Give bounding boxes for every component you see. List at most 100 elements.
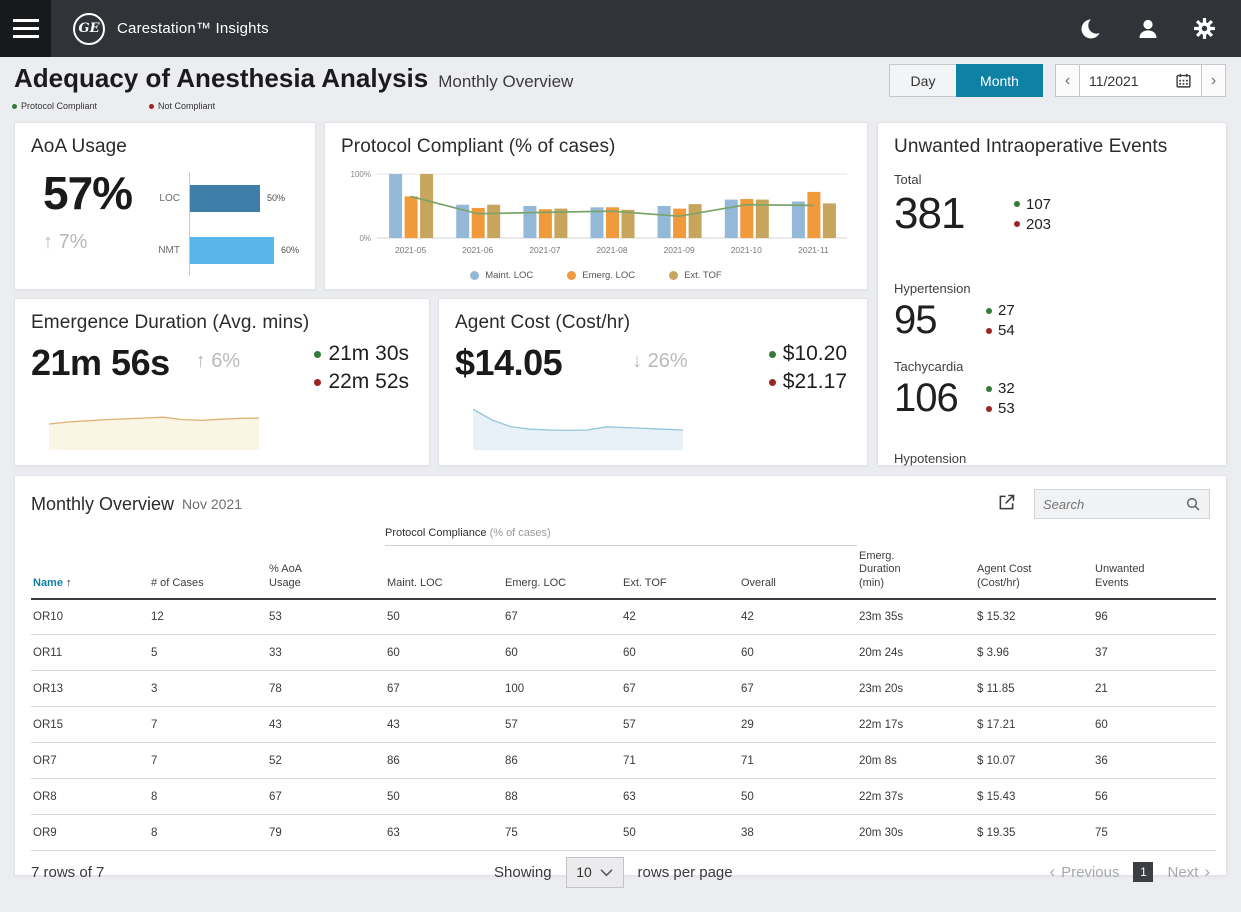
table-cell: 63 [621, 779, 739, 815]
protocol-chart-svg: 100%0%2021-052021-062021-072021-082021-0… [341, 166, 853, 268]
page-title: Adequacy of Anesthesia Analysis [14, 63, 428, 94]
column-header-unwanted-events[interactable]: Unwanted Events [1093, 546, 1216, 599]
date-picker: ‹ 11/2021 › [1055, 64, 1226, 97]
table-cell: 71 [739, 743, 857, 779]
moon-icon [1080, 17, 1104, 41]
column-header-maint-loc[interactable]: Maint. LOC [385, 546, 503, 599]
noncompliant-dot-icon [986, 328, 992, 334]
table-cell: 3 [149, 671, 267, 707]
legend-dot-icon [567, 271, 576, 280]
next-page-button[interactable]: Next› [1167, 862, 1210, 882]
table-cell: 43 [267, 707, 385, 743]
table-cell: OR10 [31, 599, 149, 635]
table-cell: 38 [739, 815, 857, 851]
column-header-aoa-usage[interactable]: % AoA Usage [267, 546, 385, 599]
noncompliant-dot-icon [314, 379, 321, 386]
column-header-name[interactable]: Name↑ [31, 546, 149, 599]
table-cell: 20m 8s [857, 743, 975, 779]
unwanted-card-title: Unwanted Intraoperative Events [894, 136, 1210, 158]
calendar-icon[interactable] [1175, 72, 1192, 89]
table-cell: 50 [621, 815, 739, 851]
search-icon[interactable] [1185, 496, 1201, 512]
column-header-emerg-loc[interactable]: Emerg. LOC [503, 546, 621, 599]
table-row[interactable]: OR157434357572922m 17s$ 17.2160 [31, 707, 1216, 743]
previous-page-button[interactable]: ‹Previous [1049, 862, 1119, 882]
table-cell: OR13 [31, 671, 149, 707]
table-row[interactable]: OR1012535067424223m 35s$ 15.3296 [31, 599, 1216, 635]
table-cell: 67 [385, 671, 503, 707]
table-cell: 29 [739, 707, 857, 743]
metric-tachycardia: Tachycardia 106 32 53 [894, 359, 1052, 421]
column-header-agent-cost[interactable]: Agent Cost (Cost/hr) [975, 546, 1093, 599]
date-field[interactable]: 11/2021 [1079, 64, 1202, 97]
aoa-bar-area: 50%60% [189, 172, 299, 276]
unwanted-total-label: Total [894, 172, 1210, 187]
table-cell: $ 10.07 [975, 743, 1093, 779]
table-cell: 5 [149, 635, 267, 671]
column-header-overall[interactable]: Overall [739, 546, 857, 599]
current-page-button[interactable]: 1 [1133, 862, 1153, 882]
aoa-bar [190, 237, 274, 264]
export-button[interactable] [994, 492, 1018, 516]
date-value: 11/2021 [1089, 73, 1139, 89]
emergence-sparkline-svg [49, 400, 259, 450]
agent-cost-value: $14.05 [455, 342, 562, 384]
hamburger-menu-button[interactable] [0, 0, 51, 57]
emergence-noncompliant: 22m 52s [314, 370, 409, 394]
table-cell: OR7 [31, 743, 149, 779]
table-row[interactable]: OR98796375503820m 30s$ 19.3575 [31, 815, 1216, 851]
table-cell: $ 11.85 [975, 671, 1093, 707]
table-cell: 22m 37s [857, 779, 975, 815]
table-cell: $ 17.21 [975, 707, 1093, 743]
column-header-emerg-duration[interactable]: Emerg. Duration (min) [857, 546, 975, 599]
noncompliant-dot-icon [1014, 221, 1020, 227]
table-body: OR1012535067424223m 35s$ 15.3296OR115336… [31, 599, 1216, 851]
agent-cost-compliant: $10.20 [769, 342, 847, 366]
date-prev-button[interactable]: ‹ [1055, 64, 1080, 97]
table-cell: $ 3.96 [975, 635, 1093, 671]
table-row[interactable]: OR1337867100676723m 20s$ 11.8521 [31, 671, 1216, 707]
app-title: Carestation™ Insights [117, 20, 269, 37]
table-cell: 60 [1093, 707, 1216, 743]
page-size-select[interactable]: 10 [566, 857, 624, 888]
column-header-cases[interactable]: # of Cases [149, 546, 267, 599]
noncompliant-dot-icon [149, 104, 154, 109]
gear-icon [1192, 16, 1217, 41]
export-icon [996, 492, 1017, 513]
user-profile-button[interactable] [1135, 16, 1161, 42]
unwanted-total-compliant: 107 [1014, 196, 1051, 213]
table-cell: 67 [503, 599, 621, 635]
agent-cost-delta: ↓ 26% [632, 350, 688, 373]
day-toggle-button[interactable]: Day [889, 64, 956, 97]
table-row[interactable]: OR77528686717120m 8s$ 10.0736 [31, 743, 1216, 779]
table-cell: 37 [1093, 635, 1216, 671]
rows-per-page-label: rows per page [638, 864, 733, 881]
table-subtitle: Nov 2021 [182, 496, 242, 512]
protocol-compliance-group-header: Protocol Compliance (% of cases) [385, 523, 857, 546]
date-next-button[interactable]: › [1201, 64, 1226, 97]
month-toggle-button[interactable]: Month [956, 64, 1043, 97]
dark-mode-button[interactable] [1079, 16, 1105, 42]
table-cell: OR8 [31, 779, 149, 815]
aoa-bar-labels: LOCNMT [149, 172, 189, 276]
table-row[interactable]: OR115336060606020m 24s$ 3.9637 [31, 635, 1216, 671]
unwanted-total-noncompliant: 203 [1014, 216, 1051, 233]
settings-button[interactable] [1191, 16, 1217, 42]
table-cell: 78 [267, 671, 385, 707]
search-input[interactable] [1043, 497, 1185, 512]
column-header-ext-tof[interactable]: Ext. TOF [621, 546, 739, 599]
emergence-duration-card: Emergence Duration (Avg. mins) 21m 56s ↑… [14, 298, 430, 466]
table-cell: 57 [503, 707, 621, 743]
pagination: ‹Previous 1 Next› [1049, 862, 1210, 882]
aoa-bar-chart: LOCNMT 50%60% [149, 172, 299, 276]
noncompliant-dot-icon [769, 379, 776, 386]
table-cell: 42 [739, 599, 857, 635]
table-cell: 60 [385, 635, 503, 671]
table-cell: 7 [149, 707, 267, 743]
svg-text:2021-06: 2021-06 [462, 245, 493, 255]
table-row[interactable]: OR88675088635022m 37s$ 15.4356 [31, 779, 1216, 815]
user-icon [1136, 17, 1160, 41]
svg-text:2021-10: 2021-10 [731, 245, 762, 255]
compliant-dot-icon [1014, 201, 1020, 207]
table-cell: 75 [1093, 815, 1216, 851]
